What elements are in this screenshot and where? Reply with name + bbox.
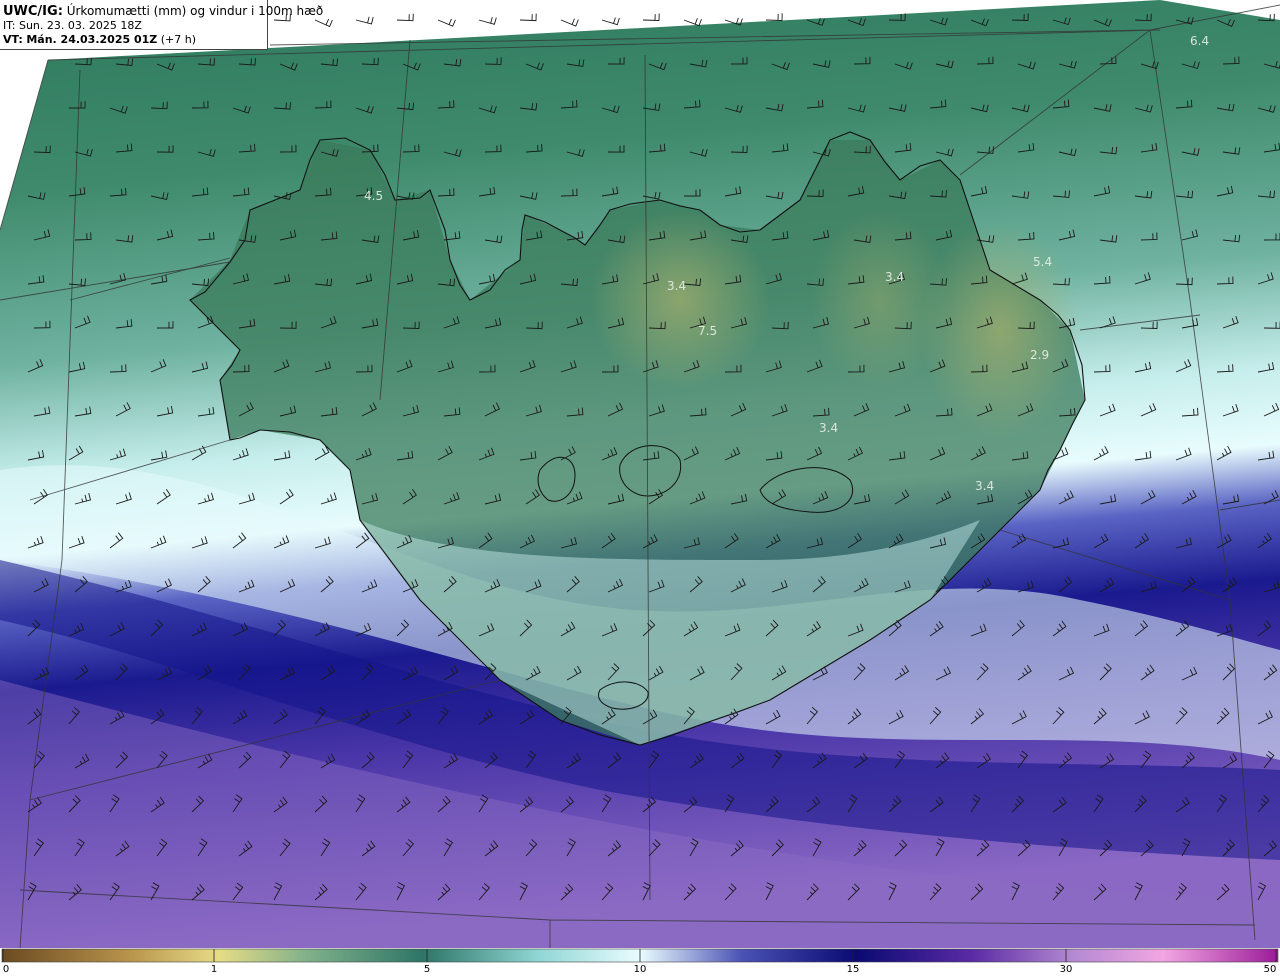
- label-north-3: 3.4: [885, 270, 904, 284]
- label-east-2: 2.9: [1030, 348, 1049, 362]
- weather-map: 4.5 6.4 3.4 7.5 3.4 5.4 2.9 3.4 3.4: [0, 0, 1280, 963]
- colorbar-tick-1: 1: [210, 964, 218, 975]
- valid-time: Mán. 24.03.2025 01Z: [26, 33, 158, 46]
- colorbar-tick-5: 5: [423, 964, 431, 975]
- label-east-1: 5.4: [1033, 255, 1052, 269]
- colorbar-tick-50: 50: [1263, 964, 1277, 975]
- map-stage: 4.5 6.4 3.4 7.5 3.4 5.4 2.9 3.4 3.4 0 1 …: [0, 0, 1280, 978]
- product-description: Úrkomumætti (mm) og vindur i 100m hæð: [66, 4, 324, 18]
- initial-time: IT: Sun. 23. 03. 2025 18Z: [3, 19, 142, 32]
- label-east-3: 3.4: [975, 479, 994, 493]
- label-north-2: 7.5: [698, 324, 717, 338]
- label-nw: 4.5: [364, 189, 383, 203]
- label-central: 3.4: [819, 421, 838, 435]
- title-box: UWC/IG: Úrkomumætti (mm) og vindur i 100…: [0, 0, 323, 50]
- precip-field: [0, 0, 1280, 948]
- valid-time-line: VT: Mán. 24.03.2025 01Z (+7 h): [3, 33, 267, 47]
- lead-time: (+7 h): [160, 33, 197, 46]
- label-north-1: 3.4: [667, 279, 686, 293]
- title-line: UWC/IG: Úrkomumætti (mm) og vindur i 100…: [3, 4, 323, 19]
- label-ne-sea: 6.4: [1190, 34, 1209, 48]
- model-name: UWC/IG:: [3, 4, 63, 19]
- colorbar-tick-0: 0: [2, 964, 10, 975]
- colorbar-tick-30: 30: [1059, 964, 1073, 975]
- colorbar-tick-15: 15: [846, 964, 860, 975]
- colorbar-tick-10: 10: [633, 964, 647, 975]
- valid-time-prefix: VT:: [3, 33, 23, 46]
